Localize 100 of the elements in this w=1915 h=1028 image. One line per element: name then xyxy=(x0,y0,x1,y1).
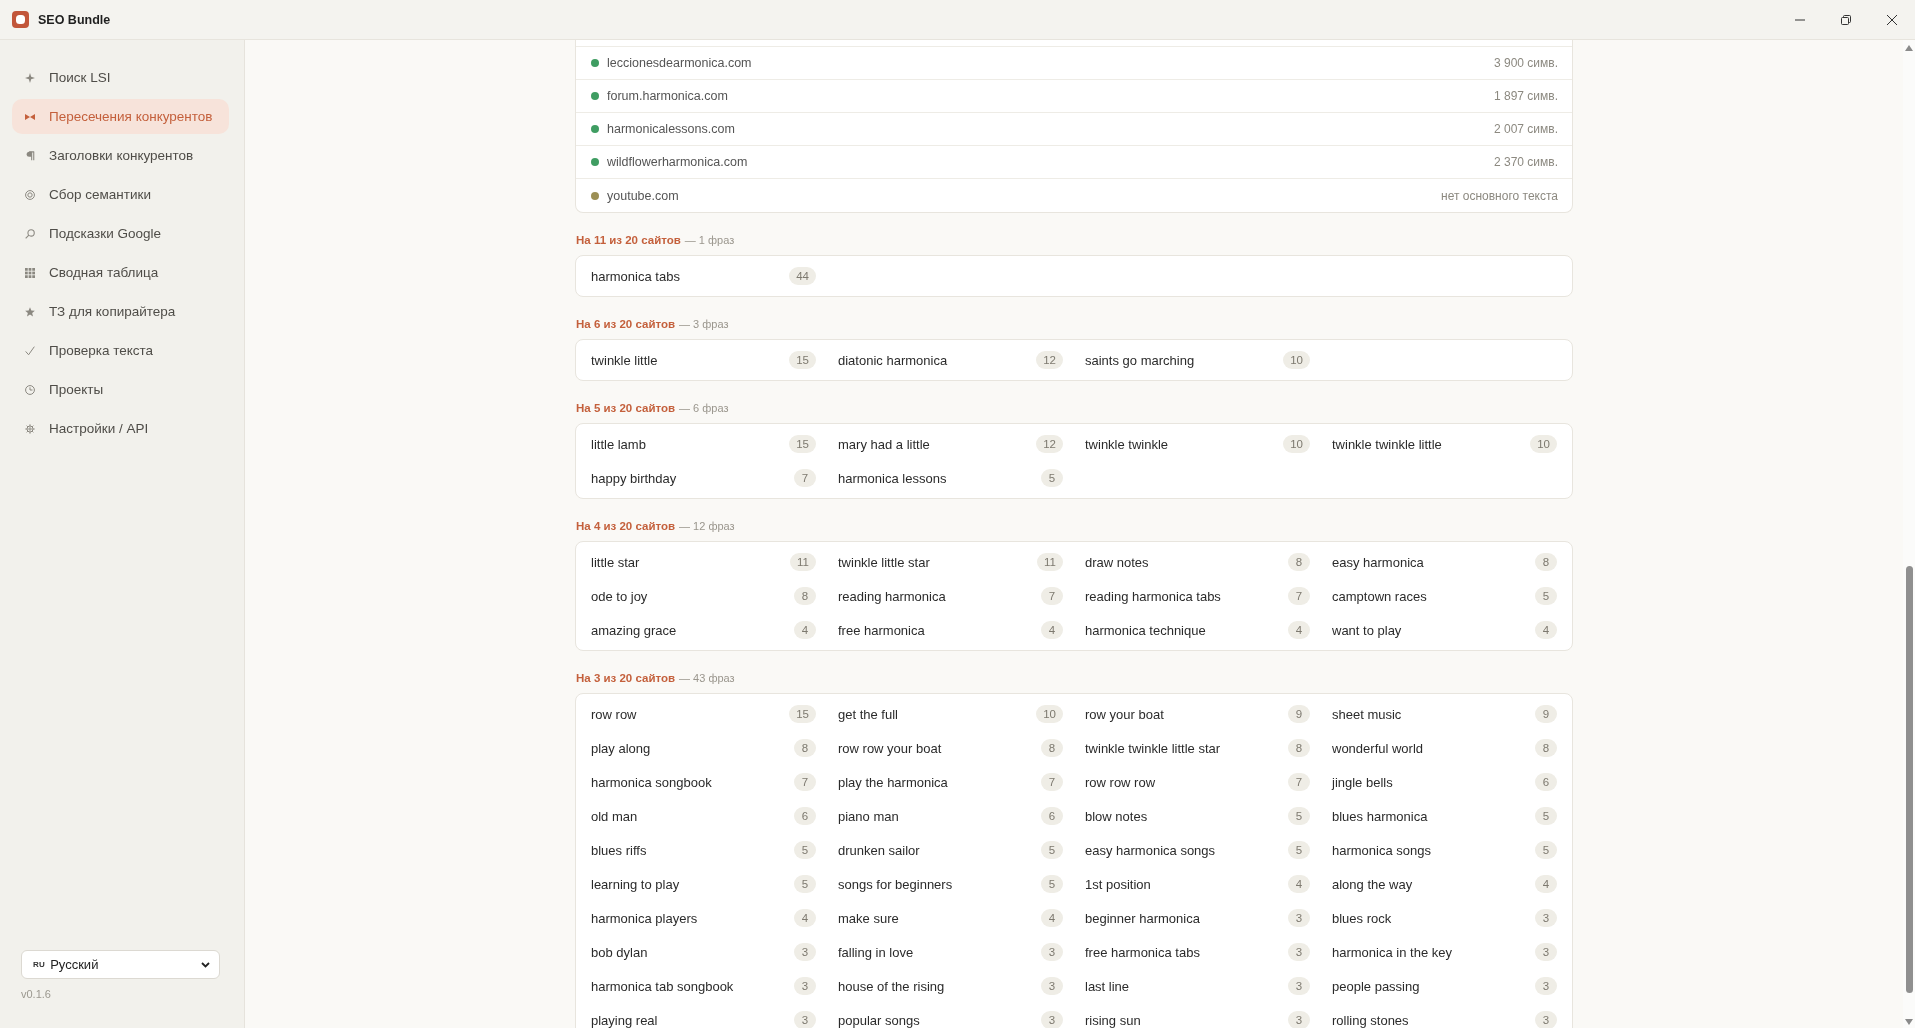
keyword-text: amazing grace xyxy=(591,622,677,638)
keyword-text: songs for beginners xyxy=(838,876,953,892)
count-badge: 5 xyxy=(1535,841,1557,859)
star-icon xyxy=(25,306,35,317)
nav-item[interactable]: Настройки / API xyxy=(12,411,229,446)
count-badge: 5 xyxy=(1288,841,1310,859)
count-badge: 3 xyxy=(794,943,816,961)
keyword-text: reading harmonica xyxy=(838,588,946,604)
count-badge: 5 xyxy=(1535,807,1557,825)
check-icon xyxy=(25,345,35,356)
keyword-text: blow notes xyxy=(1085,808,1148,824)
site-domain: harmonicalessons.com xyxy=(607,122,735,136)
nav-item[interactable]: Проекты xyxy=(12,372,229,407)
nav-item[interactable]: ТЗ для копирайтера xyxy=(12,294,229,329)
close-icon[interactable] xyxy=(1887,14,1897,25)
keyword-text: twinkle little xyxy=(591,352,658,368)
keyword-text: falling in love xyxy=(838,944,914,960)
count-badge: 3 xyxy=(1288,909,1310,927)
keyword-text: happy birthday xyxy=(591,470,677,486)
grid-icon xyxy=(25,267,35,278)
count-badge: 4 xyxy=(794,909,816,927)
app-logo-icon xyxy=(12,11,29,28)
count-badge: 3 xyxy=(1535,977,1557,995)
keyword-text: want to play xyxy=(1332,622,1402,638)
keyword-text: play along xyxy=(591,740,651,756)
nav-item[interactable]: Поиск LSI xyxy=(12,60,229,95)
clock-icon xyxy=(25,384,35,395)
count-badge: 3 xyxy=(1535,909,1557,927)
keyword-text: free harmonica xyxy=(838,622,925,638)
keyword-text: row row xyxy=(591,706,637,722)
scrollbar-thumb[interactable] xyxy=(1905,566,1913,993)
count-badge: 9 xyxy=(1288,705,1310,723)
count-badge: 5 xyxy=(794,875,816,893)
bowtie-icon xyxy=(25,111,35,122)
count-badge: 7 xyxy=(1288,587,1310,605)
keyword-text: camptown races xyxy=(1332,588,1427,604)
keyword-text: harmonica lessons xyxy=(838,470,947,486)
phrase-count: — 3 фраз xyxy=(679,317,729,332)
scroll-down-icon[interactable] xyxy=(1905,1019,1913,1025)
count-badge: 3 xyxy=(794,977,816,995)
nav-item[interactable]: Подсказки Google xyxy=(12,216,229,251)
count-badge: 5 xyxy=(1288,807,1310,825)
count-badge: 4 xyxy=(794,621,816,639)
count-badge: 10 xyxy=(1036,705,1063,723)
count-badge: 11 xyxy=(790,553,816,571)
count-badge: 5 xyxy=(1041,469,1063,487)
count-badge: 8 xyxy=(794,587,816,605)
count-badge: 8 xyxy=(794,739,816,757)
count-badge: 7 xyxy=(1288,773,1310,791)
keyword-text: ode to joy xyxy=(591,588,648,604)
keyword-text: harmonica technique xyxy=(1085,622,1206,638)
count-badge: 12 xyxy=(1036,435,1063,453)
count-badge: 3 xyxy=(1288,943,1310,961)
count-badge: 3 xyxy=(1041,977,1063,995)
nav-item[interactable]: Проверка текста xyxy=(12,333,229,368)
nav-item[interactable]: Сбор семантики xyxy=(12,177,229,212)
nav-item[interactable]: Сводная таблица xyxy=(12,255,229,290)
site-domain: leccionesdearmonica.com xyxy=(607,56,752,70)
keyword-text: get the full xyxy=(838,706,898,722)
count-badge: 6 xyxy=(794,807,816,825)
keyword-text: playing real xyxy=(591,1012,658,1028)
keyword-text: reading harmonica tabs xyxy=(1085,588,1221,604)
keyword-text: twinkle twinkle little xyxy=(1332,436,1442,452)
keyword-text: make sure xyxy=(838,910,899,926)
count-badge: 8 xyxy=(1041,739,1063,757)
keyword-text: popular songs xyxy=(838,1012,920,1028)
keyword-text: beginner harmonica xyxy=(1085,910,1200,926)
nav-item[interactable]: Заголовки конкурентов xyxy=(12,138,229,173)
group-title: На 11 из 20 сайтов xyxy=(576,233,681,248)
count-badge: 44 xyxy=(789,267,816,285)
text-length: 1 897 симв. xyxy=(1493,89,1558,103)
scroll-up-icon[interactable] xyxy=(1905,45,1913,51)
count-badge: 11 xyxy=(1037,553,1063,571)
language-select[interactable]: RU Русский xyxy=(21,950,220,979)
text-length: 2 007 симв. xyxy=(1493,122,1558,136)
keyword-text: diatonic harmonica xyxy=(838,352,948,368)
keyword-text: row your boat xyxy=(1085,706,1164,722)
keyword-text: mary had a little xyxy=(838,436,930,452)
count-badge: 15 xyxy=(789,435,816,453)
count-badge: 4 xyxy=(1288,621,1310,639)
count-badge: 5 xyxy=(794,841,816,859)
count-badge: 10 xyxy=(1283,351,1310,369)
text-length: нет основного текста xyxy=(1441,188,1558,203)
count-badge: 3 xyxy=(1535,1011,1557,1028)
restore-icon[interactable] xyxy=(1841,14,1851,25)
keyword-text: easy harmonica xyxy=(1332,554,1424,570)
group-title: На 5 из 20 сайтов xyxy=(576,401,676,416)
count-badge: 6 xyxy=(1535,773,1557,791)
count-badge: 4 xyxy=(1535,621,1557,639)
keyword-text: rising sun xyxy=(1085,1012,1141,1028)
keyword-text: twinkle little star xyxy=(838,554,930,570)
site-domain: wildflowerharmonica.com xyxy=(607,155,748,169)
count-badge: 15 xyxy=(789,351,816,369)
keyword-text: blues riffs xyxy=(591,842,647,858)
count-badge: 3 xyxy=(1041,943,1063,961)
count-badge: 7 xyxy=(1041,587,1063,605)
keyword-text: harmonica songbook xyxy=(591,774,712,790)
count-badge: 4 xyxy=(1041,909,1063,927)
site-domain: youtube.com xyxy=(607,188,679,203)
keyword-text: twinkle twinkle xyxy=(1085,436,1169,452)
